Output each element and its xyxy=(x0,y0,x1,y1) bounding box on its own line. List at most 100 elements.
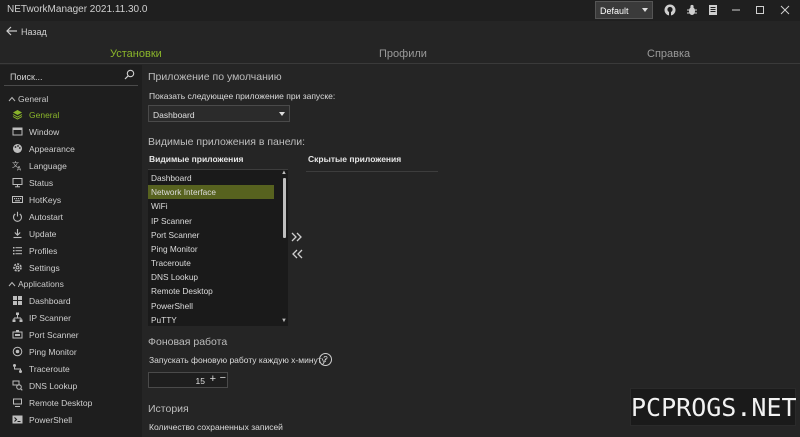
window-icon xyxy=(12,126,23,137)
sidebar-group-label: Applications xyxy=(18,279,64,289)
list-item[interactable]: IP Scanner xyxy=(148,214,274,228)
plus-icon[interactable]: + xyxy=(210,373,216,385)
sidebar-item-label: General xyxy=(29,110,60,120)
scrollbar-thumb[interactable] xyxy=(283,178,286,238)
section-heading-history: История xyxy=(148,403,189,415)
sidebar-item-label: Window xyxy=(29,127,60,137)
list-item[interactable]: Port Scanner xyxy=(148,228,274,242)
chevron-down-icon xyxy=(642,8,648,12)
keyboard-icon xyxy=(12,194,23,205)
list-item-selected[interactable]: Network Interface xyxy=(148,185,274,199)
gear-icon xyxy=(12,262,23,273)
chevron-down-icon xyxy=(279,112,285,116)
list-item[interactable]: Traceroute xyxy=(148,256,274,270)
maximize-button[interactable] xyxy=(752,2,768,18)
sidebar-item-label: Profiles xyxy=(29,246,58,256)
history-label: Количество сохраненных записей xyxy=(149,422,283,432)
arrow-left-icon[interactable] xyxy=(6,25,18,40)
sidebar-item-label: Ping Monitor xyxy=(29,347,77,357)
bug-icon[interactable] xyxy=(686,4,698,16)
hidden-apps-list[interactable] xyxy=(306,171,438,172)
terminal-icon xyxy=(12,414,23,425)
background-job-value[interactable]: 15 xyxy=(196,376,205,386)
sidebar-item-label: Autostart xyxy=(29,212,64,222)
visible-apps-header: Видимые приложения xyxy=(149,154,244,164)
minimize-button[interactable] xyxy=(728,2,744,18)
network-icon xyxy=(12,312,23,323)
sidebar-item-label: Traceroute xyxy=(29,364,70,374)
route-icon xyxy=(12,363,23,374)
list-item[interactable]: Remote Desktop xyxy=(148,284,274,298)
search-input[interactable]: Поиск... xyxy=(10,72,42,82)
tab-profiles[interactable]: Профили xyxy=(379,48,427,60)
dashboard-icon xyxy=(12,295,23,306)
sidebar-item-label: IP Scanner xyxy=(29,313,71,323)
background-job-stepper[interactable]: 15 + − xyxy=(148,372,228,388)
hidden-apps-header: Скрытые приложения xyxy=(308,154,402,164)
list-item[interactable]: DNS Lookup xyxy=(148,270,274,284)
chevron-up-icon xyxy=(8,279,18,289)
sidebar-item-label: PowerShell xyxy=(29,415,72,425)
remote-icon xyxy=(12,397,23,408)
sidebar-item-label: Status xyxy=(29,178,54,188)
move-left-button[interactable] xyxy=(290,247,304,261)
github-icon[interactable] xyxy=(664,4,676,16)
list-item[interactable]: PuTTY xyxy=(148,313,274,327)
section-heading-visible-apps: Видимые приложения в панели: xyxy=(148,136,306,148)
sidebar-item-label: HotKeys xyxy=(29,195,62,205)
startup-app-select[interactable]: Dashboard xyxy=(148,105,290,122)
sidebar-item-label: Update xyxy=(29,229,57,239)
scroll-down-icon[interactable]: ▼ xyxy=(281,318,287,324)
list-item[interactable]: Dashboard xyxy=(148,171,274,185)
profile-select-value: Default xyxy=(600,6,629,16)
port-icon xyxy=(12,329,23,340)
download-icon xyxy=(12,228,23,239)
visible-apps-list[interactable]: Dashboard Network Interface WiFi IP Scan… xyxy=(148,169,288,326)
layers-icon xyxy=(12,109,23,120)
docs-icon[interactable] xyxy=(707,4,719,16)
list-item[interactable]: PowerShell xyxy=(148,299,274,313)
power-icon xyxy=(12,211,23,222)
tab-help[interactable]: Справка xyxy=(647,48,690,60)
move-right-button[interactable] xyxy=(290,230,304,244)
sidebar-group-general[interactable]: General xyxy=(8,94,48,104)
monitor-icon xyxy=(12,177,23,188)
section-heading-default-app: Приложение по умолчанию xyxy=(148,71,282,83)
sidebar-item-label: Language xyxy=(29,161,67,171)
profile-select[interactable]: Default xyxy=(595,1,653,19)
list-item[interactable]: Ping Monitor xyxy=(148,242,274,256)
close-button[interactable] xyxy=(777,2,793,18)
list-icon xyxy=(12,245,23,256)
svg-text:A: A xyxy=(17,166,22,172)
sidebar-item-label: Settings xyxy=(29,263,60,273)
background-job-label: Запускать фоновую работу каждую x-минуту xyxy=(149,355,327,365)
sidebar: Поиск... General General Window Appearan… xyxy=(0,65,142,437)
sidebar-item-label: Dashboard xyxy=(29,296,71,306)
palette-icon xyxy=(12,143,23,154)
window-title: NETworkManager 2021.11.30.0 xyxy=(7,4,148,15)
settings-panel: Приложение по умолчанию Показать следующ… xyxy=(142,65,800,437)
minus-icon[interactable]: − xyxy=(220,372,226,384)
sidebar-group-label: General xyxy=(18,94,49,104)
sidebar-item-label: Appearance xyxy=(29,144,75,154)
sidebar-item-label: Remote Desktop xyxy=(29,398,93,408)
tab-bar: Установки Профили Справка xyxy=(0,43,800,64)
scroll-up-icon[interactable]: ▲ xyxy=(281,170,287,176)
watermark: PCPROGS.NET xyxy=(630,388,797,426)
sidebar-item-label: Port Scanner xyxy=(29,330,79,340)
back-button[interactable]: Назад xyxy=(21,27,47,37)
list-item[interactable]: WiFi xyxy=(148,199,274,213)
search-box[interactable]: Поиск... xyxy=(4,68,138,86)
section-heading-background-job: Фоновая работа xyxy=(148,336,228,348)
startup-label: Показать следующее приложение при запуск… xyxy=(149,91,336,101)
search-icon xyxy=(124,69,135,83)
chevron-up-icon xyxy=(8,94,18,104)
tab-settings[interactable]: Установки xyxy=(110,48,162,60)
help-icon[interactable]: ? xyxy=(319,353,332,366)
translate-icon: 文A xyxy=(12,160,23,173)
back-row: Назад xyxy=(0,21,800,43)
startup-app-value: Dashboard xyxy=(153,110,195,120)
sidebar-group-applications[interactable]: Applications xyxy=(8,279,64,289)
dns-icon xyxy=(12,380,23,391)
ping-icon xyxy=(12,346,23,357)
